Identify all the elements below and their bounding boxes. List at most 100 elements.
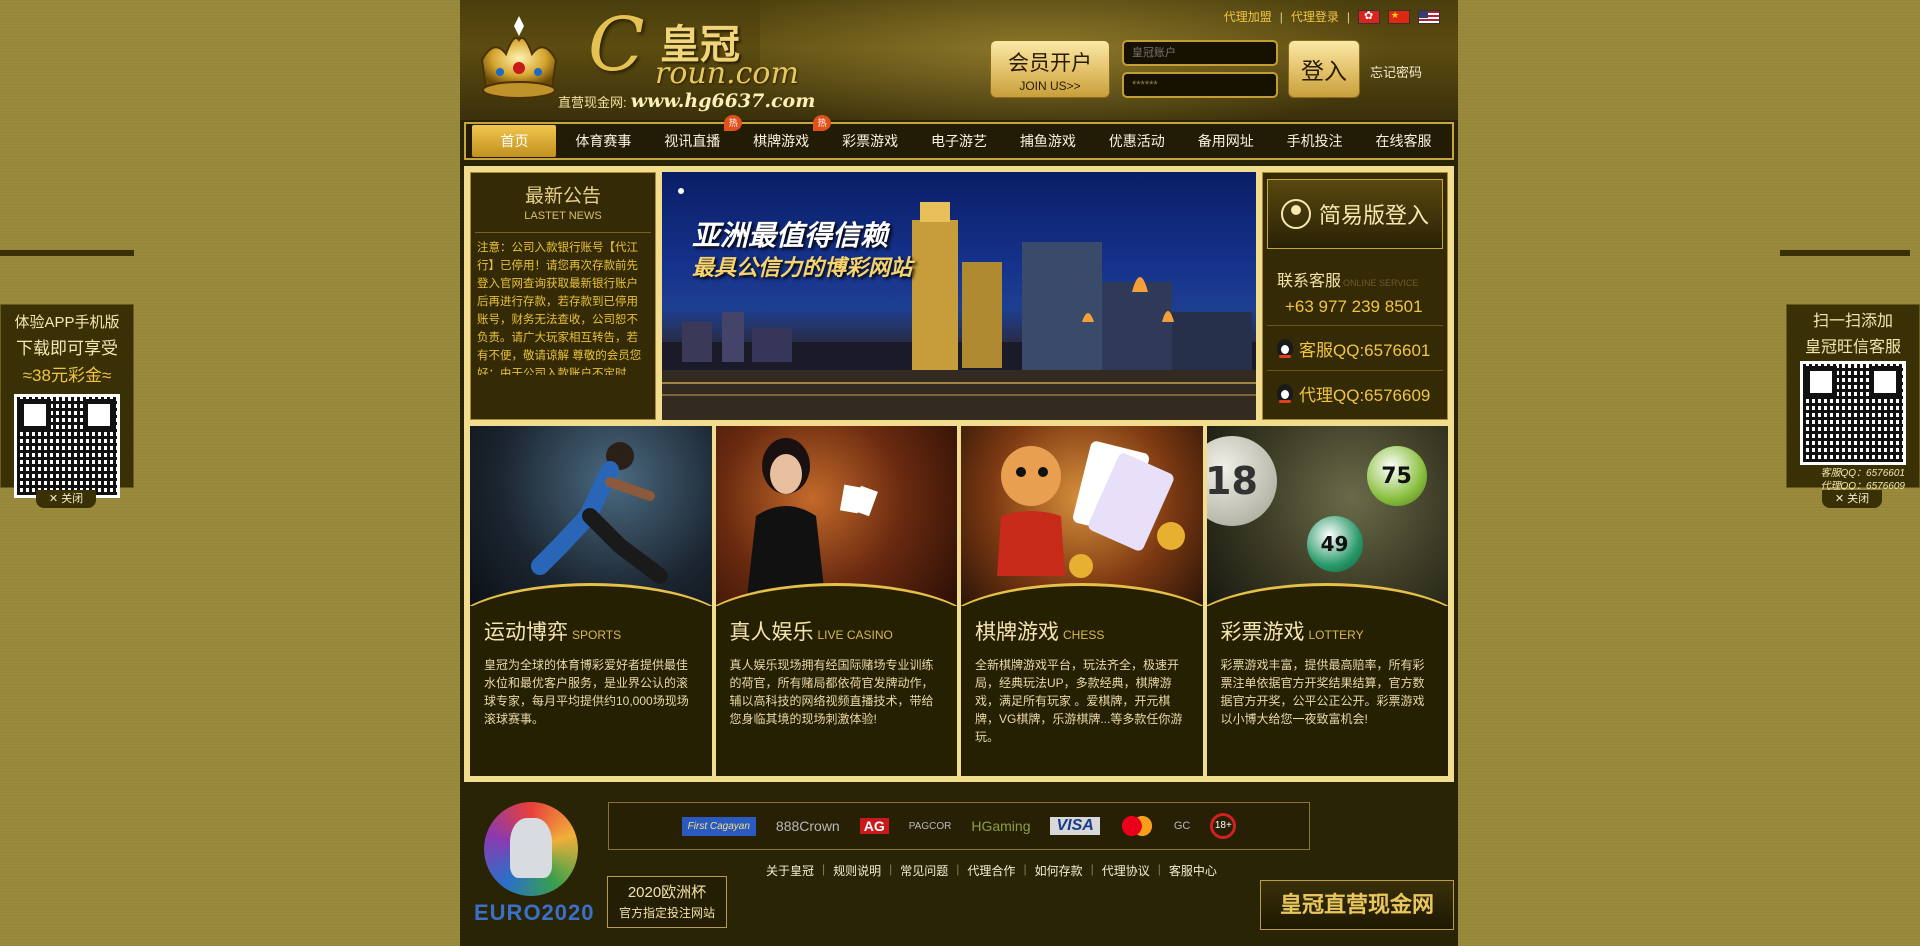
card-sports[interactable]: 运动博弈 SPORTS 皇冠为全球的体育博彩爱好者提供最佳水位和最优客户服务，是业… — [470, 426, 712, 776]
euro2020-logo[interactable]: EURO2020 — [470, 796, 594, 926]
join-sublabel: JOIN US>> — [1019, 79, 1081, 93]
city-skyline-image — [662, 202, 1256, 420]
nav-label: 手机投注 — [1286, 133, 1343, 149]
mastercard-logo — [1119, 816, 1154, 836]
site-url-prefix: 直营现金网: — [558, 95, 627, 110]
right-edge-bar — [1780, 250, 1910, 256]
nav-support[interactable]: 在线客服 — [1362, 125, 1446, 157]
close-left-float-button[interactable]: ✕ 关闭 — [36, 490, 96, 508]
contact-panel: 简易版登入 联系客服 ONLINE SERVICE +63 977 239 850… — [1262, 172, 1448, 420]
qq-penguin-icon — [1277, 384, 1293, 403]
separator: | — [1157, 862, 1161, 876]
support-center-link[interactable]: 客服中心 — [1169, 862, 1217, 879]
forgot-password-link[interactable]: 忘记密码 — [1370, 62, 1422, 81]
gc-logo: GC — [1173, 820, 1191, 832]
nav-label: 首页 — [500, 133, 529, 149]
qq-agent-link[interactable]: 代理QQ:6576609 — [1263, 371, 1447, 415]
nav-backup-urls[interactable]: 备用网址 — [1184, 125, 1268, 157]
password-input[interactable] — [1122, 72, 1278, 98]
card-title: 彩票游戏 LOTTERY — [1207, 606, 1449, 646]
nav-label: 捕鱼游戏 — [1019, 133, 1076, 149]
lottery-ball: 18 — [1206, 436, 1277, 526]
nav-promotions[interactable]: 优惠活动 — [1095, 125, 1179, 157]
agent-join-link[interactable]: 代理加盟 — [1224, 8, 1272, 25]
agent-login-link[interactable]: 代理登录 — [1291, 8, 1339, 25]
card-lottery[interactable]: 18 75 49 彩票游戏 LOTTERY 彩票游戏丰富，提供最高赔率，所有彩票注… — [1206, 426, 1449, 776]
nav-slots[interactable]: 电子游艺 — [917, 125, 1001, 157]
qq-service-link[interactable]: 客服QQ:6576601 — [1263, 326, 1447, 370]
contact-title-text: 联系客服 — [1277, 273, 1342, 290]
runner-figure-icon — [531, 442, 668, 584]
euro-text: EURO2020 — [474, 900, 595, 925]
agent-cooperation-link[interactable]: 代理合作 — [967, 862, 1015, 879]
agent-agreement-link[interactable]: 代理协议 — [1102, 862, 1150, 879]
easy-login-button[interactable]: 简易版登入 — [1267, 179, 1443, 249]
app-download-float[interactable]: 体验APP手机版 下载即可享受 ≈38元彩金≈ — [0, 304, 134, 498]
lottery-ball: 75 — [1366, 446, 1427, 506]
trophy-icon — [484, 802, 578, 896]
card-chess[interactable]: 棋牌游戏 CHESS 全新棋牌游戏平台，玩法齐全，极速开局，经典玩法UP，多款经典… — [961, 426, 1203, 776]
card-description: 真人娱乐现场拥有经国际赌场专业训练的荷官，所有赌局都依荷官发牌动作，辅以高科技的… — [729, 658, 934, 726]
age-18-plus-icon: 18+ — [1210, 813, 1237, 839]
easy-login-label: 简易版登入 — [1318, 203, 1429, 228]
app-qr-code — [14, 394, 120, 498]
nav-mobile[interactable]: 手机投注 — [1273, 125, 1357, 157]
card-description: 皇冠为全球的体育博彩爱好者提供最佳水位和最优客户服务，是业界公认的滚球专家，每月… — [484, 658, 689, 726]
nav-label: 在线客服 — [1375, 133, 1432, 149]
wechat-contact-float[interactable]: 扫一扫添加 皇冠旺信客服 客服QQ：6576601 代理QQ：6576609 — [1786, 304, 1920, 492]
nav-home[interactable]: 首页 — [472, 125, 557, 157]
rules-link[interactable]: 规则说明 — [833, 862, 881, 879]
news-panel: 最新公告 LASTET NEWS 注意：公司入款银行账号【代江行】已停用！请您再… — [470, 172, 656, 420]
nav-label: 彩票游戏 — [842, 133, 899, 149]
nav-live-video[interactable]: 视讯直播热 — [650, 115, 743, 157]
username-input[interactable] — [1122, 40, 1278, 66]
card-live-casino[interactable]: 真人娱乐 LIVE CASINO 真人娱乐现场拥有经国际赌场专业训练的荷官，所有赌… — [715, 426, 957, 776]
separator: | — [1346, 9, 1350, 24]
login-button[interactable]: 登入 — [1288, 40, 1360, 98]
logo-english: roun.com — [655, 56, 799, 91]
hero-banner[interactable]: 亚洲最值得信赖 最具公信力的博彩网站 — [662, 172, 1256, 420]
contact-title: 联系客服 ONLINE SERVICE — [1263, 255, 1447, 291]
nav-fishing[interactable]: 捕鱼游戏 — [1006, 125, 1090, 157]
top-links: 代理加盟 | 代理登录 | — [1224, 8, 1440, 25]
news-body[interactable]: 注意：公司入款银行账号【代江行】已停用！请您再次存款前先登入官网查询获取最新银行… — [471, 239, 655, 375]
card-title-en: SPORTS — [572, 628, 622, 642]
nav-lottery[interactable]: 彩票游戏 — [828, 125, 912, 157]
crown-logo-icon — [480, 16, 558, 99]
separator: | — [956, 862, 960, 876]
lottery-ball: 49 — [1306, 516, 1363, 572]
main-page: C 皇冠 roun.com 直营现金网: www.hg6637.com 代理加盟 … — [460, 0, 1458, 946]
site-url[interactable]: www.hg6637.com — [631, 90, 816, 112]
separator: | — [1023, 862, 1027, 876]
float-right-line1: 扫一扫添加 — [1812, 313, 1893, 330]
china-flag-icon[interactable] — [1388, 9, 1410, 24]
hongkong-flag-icon[interactable] — [1358, 9, 1380, 24]
euro-official-badge[interactable]: 2020欧洲杯 官方指定投注网站 — [607, 876, 727, 928]
nav-chess[interactable]: 棋牌游戏热 — [739, 115, 832, 157]
nav-label: 体育赛事 — [575, 133, 632, 149]
close-right-float-button[interactable]: ✕ 关闭 — [1822, 490, 1882, 508]
nav-label: 电子游艺 — [930, 133, 987, 149]
separator: | — [889, 862, 893, 876]
game-category-cards: 运动博弈 SPORTS 皇冠为全球的体育博彩爱好者提供最佳水位和最优客户服务，是业… — [470, 426, 1448, 776]
qq-service-label: 客服QQ:6576601 — [1299, 340, 1431, 360]
card-title: 棋牌游戏 CHESS — [961, 606, 1203, 646]
join-us-button[interactable]: 会员开户 JOIN US>> — [990, 40, 1110, 98]
deposit-help-link[interactable]: 如何存款 — [1035, 862, 1083, 879]
card-title-en: LIVE CASINO — [817, 628, 893, 642]
lottery-image: 18 75 49 — [1206, 426, 1448, 606]
content-frame: 最新公告 LASTET NEWS 注意：公司入款银行账号【代江行】已停用！请您再… — [464, 166, 1454, 782]
footer-links: 关于皇冠 | 规则说明 | 常见问题 | 代理合作 | 如何存款 | 代理协议 | 客服中心 — [766, 862, 1217, 879]
card-description: 全新棋牌游戏平台，玩法齐全，极速开局，经典玩法UP，多款经典，棋牌游戏，满足所有… — [975, 658, 1183, 744]
banner-indicator[interactable] — [678, 188, 684, 194]
faq-link[interactable]: 常见问题 — [900, 862, 948, 879]
contact-subtitle: ONLINE SERVICE — [1343, 278, 1419, 288]
nav-sports[interactable]: 体育赛事 — [561, 125, 645, 157]
separator: | — [1279, 9, 1283, 24]
site-url-line: 直营现金网: www.hg6637.com — [558, 90, 815, 112]
about-link[interactable]: 关于皇冠 — [766, 862, 814, 879]
float-left-line3: ≈38元彩金≈ — [22, 366, 112, 385]
float-right-line2: 皇冠旺信客服 — [1804, 339, 1901, 356]
usa-flag-icon[interactable] — [1418, 9, 1440, 24]
card-title-cn: 真人娱乐 — [729, 621, 814, 644]
